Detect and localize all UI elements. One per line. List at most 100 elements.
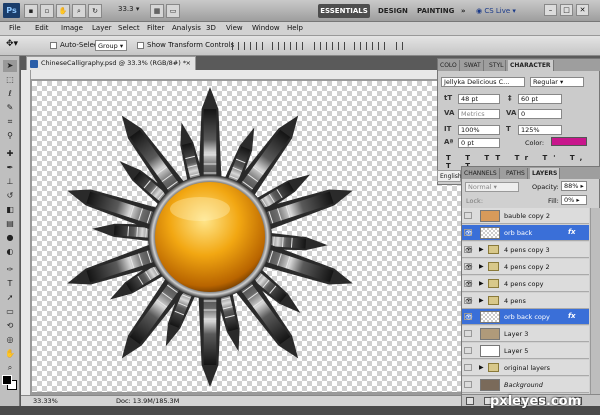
layer-name[interactable]: 4 pens copy 3 [504, 246, 550, 254]
visibility-eye-icon[interactable]: 👁 [464, 245, 473, 254]
quick-select-tool-icon[interactable]: ✎ [3, 102, 17, 114]
layer-name[interactable]: orb back copy [504, 313, 550, 321]
layer-row[interactable]: ▶ original layers [462, 360, 589, 377]
layer-name[interactable]: 4 pens copy [504, 280, 543, 288]
crop-tool-icon[interactable]: ⌗ [3, 116, 17, 128]
tab-character[interactable]: CHARACTER [508, 60, 554, 71]
path-select-tool-icon[interactable]: ➚ [3, 292, 17, 304]
blend-mode-dropdown[interactable]: Normal ▾ [465, 182, 519, 192]
menu-edit[interactable]: Edit [35, 24, 49, 32]
menu-view[interactable]: View [226, 24, 243, 32]
baseline-shift-field[interactable]: 0 pt [458, 138, 500, 148]
gradient-tool-icon[interactable]: ▤ [3, 218, 17, 230]
layer-name[interactable]: orb back [504, 229, 532, 237]
screen-mode-button[interactable]: ▭ [166, 4, 180, 18]
close-tab-icon[interactable]: × [186, 57, 191, 70]
zoom-tool-icon[interactable]: ⌕ [3, 362, 17, 374]
horizontal-scale-field[interactable]: 125% [518, 125, 562, 135]
leading-field[interactable]: 60 pt [518, 94, 562, 104]
menu-3d[interactable]: 3D [206, 24, 216, 32]
vertical-scale-field[interactable]: 100% [458, 125, 500, 135]
font-family-dropdown[interactable]: Jellyka Delicious C... [441, 77, 525, 87]
layer-effects-icon[interactable]: fx [568, 228, 576, 236]
cs-live-button[interactable]: ◉ CS Live ▾ [476, 4, 516, 18]
align-right-icon[interactable] [296, 42, 303, 50]
distribute-hcenter-icon[interactable] [366, 42, 373, 50]
menu-layer[interactable]: Layer [92, 24, 112, 32]
type-tool-icon[interactable]: T [3, 278, 17, 290]
zoom-status[interactable]: 33.33% [33, 397, 58, 405]
visibility-eye-icon[interactable] [464, 330, 472, 338]
zoom-button[interactable]: ⌕ [72, 4, 86, 18]
bridge-button[interactable]: ▪ [24, 4, 38, 18]
expand-triangle-icon[interactable]: ▶ [479, 263, 484, 270]
show-transform-checkbox[interactable] [137, 42, 144, 49]
auto-align-icon[interactable] [396, 42, 403, 50]
eraser-tool-icon[interactable]: ◧ [3, 204, 17, 216]
close-button[interactable]: ✕ [576, 4, 589, 16]
menu-file[interactable]: File [9, 24, 21, 32]
pen-tool-icon[interactable]: ✑ [3, 264, 17, 276]
menu-analysis[interactable]: Analysis [172, 24, 201, 32]
hand-tool-icon[interactable]: ✋ [3, 348, 17, 360]
layer-row[interactable]: Layer 3 [462, 326, 589, 343]
expand-triangle-icon[interactable]: ▶ [479, 297, 484, 304]
opacity-field[interactable]: 88% ▸ [561, 181, 587, 191]
layer-row[interactable]: 👁 ▶ 4 pens copy 3 [462, 241, 589, 258]
distribute-vcenter-icon[interactable] [326, 42, 333, 50]
visibility-eye-icon[interactable]: 👁 [464, 228, 473, 237]
shape-tool-icon[interactable]: ▭ [3, 306, 17, 318]
minibridge-button[interactable]: ▫ [40, 4, 54, 18]
3d-orbit-tool-icon[interactable]: ◎ [3, 334, 17, 346]
hand-button[interactable]: ✋ [56, 4, 70, 18]
layer-row[interactable]: 👁 ▶ 4 pens copy [462, 275, 589, 292]
maximize-button[interactable]: □ [560, 4, 573, 16]
layer-name[interactable]: 4 pens copy 2 [504, 263, 550, 271]
clone-stamp-tool-icon[interactable]: ⊥ [3, 176, 17, 188]
menu-help[interactable]: Help [287, 24, 303, 32]
layer-row[interactable]: 👁 ▶ 4 pens copy 2 [462, 258, 589, 275]
visibility-eye-icon[interactable]: 👁 [464, 262, 473, 271]
lasso-tool-icon[interactable]: ℓ [3, 88, 17, 100]
align-vcenter-icon[interactable] [244, 42, 251, 50]
align-top-icon[interactable] [232, 42, 239, 50]
move-tool-preset-icon[interactable]: ✥▾ [6, 39, 18, 49]
layer-row[interactable]: Background [462, 377, 589, 393]
align-bottom-icon[interactable] [256, 42, 263, 50]
language-dropdown[interactable]: English [437, 170, 462, 182]
menu-filter[interactable]: Filter [147, 24, 164, 32]
tracking-field[interactable]: 0 [518, 109, 562, 119]
font-size-field[interactable]: 48 pt [458, 94, 500, 104]
tab-layers[interactable]: LAYERS [530, 168, 561, 179]
menu-select[interactable]: Select [118, 24, 140, 32]
layer-name[interactable]: Layer 5 [504, 347, 528, 355]
distribute-right-icon[interactable] [378, 42, 385, 50]
vertical-ruler[interactable] [21, 70, 31, 404]
distribute-bottom-icon[interactable] [338, 42, 345, 50]
layer-row[interactable]: 👁 ▶ 4 pens [462, 292, 589, 309]
dodge-tool-icon[interactable]: ◐ [3, 246, 17, 258]
visibility-eye-icon[interactable]: 👁 [464, 313, 473, 321]
marquee-tool-icon[interactable]: ⬚ [3, 74, 17, 86]
eyedropper-tool-icon[interactable]: ⚲ [3, 130, 17, 142]
link-layers-icon[interactable] [466, 397, 474, 405]
healing-brush-tool-icon[interactable]: ✚ [3, 148, 17, 160]
menu-window[interactable]: Window [252, 24, 280, 32]
tab-styles[interactable]: STYL [487, 60, 507, 71]
auto-select-checkbox[interactable] [50, 42, 57, 49]
tab-color[interactable]: COLO [438, 60, 460, 71]
layer-name[interactable]: original layers [504, 364, 550, 372]
font-style-dropdown[interactable]: Regular ▾ [530, 77, 584, 87]
visibility-eye-icon[interactable]: 👁 [464, 279, 473, 288]
visibility-eye-icon[interactable] [464, 212, 472, 219]
layer-name[interactable]: Background [504, 381, 543, 389]
move-tool-icon[interactable]: ➤ [3, 60, 17, 72]
minimize-button[interactable]: – [544, 4, 557, 16]
distribute-left-icon[interactable] [354, 42, 361, 50]
layer-name[interactable]: bauble copy 2 [504, 212, 550, 220]
visibility-eye-icon[interactable]: 👁 [464, 296, 473, 305]
distribute-top-icon[interactable] [314, 42, 321, 50]
blur-tool-icon[interactable]: ● [3, 232, 17, 244]
layer-row[interactable]: Layer 5 [462, 343, 589, 360]
auto-select-dropdown[interactable]: Group ▾ [95, 40, 127, 51]
